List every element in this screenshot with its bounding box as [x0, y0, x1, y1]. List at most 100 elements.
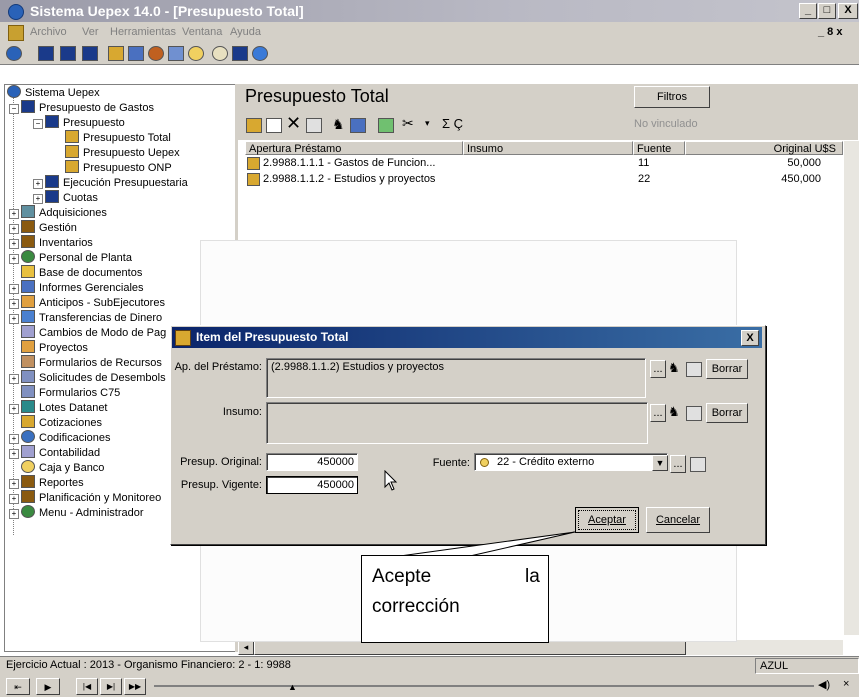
menu-herramientas[interactable]: Herramientas: [110, 22, 176, 42]
chevron-down-icon[interactable]: ▾: [425, 118, 430, 129]
insumo-field[interactable]: [266, 402, 648, 444]
tree-item-proyectos[interactable]: Proyectos: [21, 340, 88, 355]
tree-item-cotizaciones[interactable]: Cotizaciones: [21, 415, 102, 430]
tree-item-contabilidad[interactable]: Contabilidad: [21, 445, 100, 460]
module-icon[interactable]: [38, 46, 54, 61]
expand-toggle[interactable]: +: [9, 434, 19, 444]
expand-toggle[interactable]: +: [9, 404, 19, 414]
expand-toggle[interactable]: +: [9, 209, 19, 219]
progress-thumb[interactable]: ▲: [288, 682, 297, 692]
tree-item-presupuesto[interactable]: Presupuesto: [45, 115, 125, 130]
column-header-apertura[interactable]: Apertura Préstamo: [245, 141, 463, 155]
prestamo-browse-button[interactable]: ...: [650, 360, 666, 378]
menu-ver[interactable]: Ver: [82, 22, 99, 42]
binoculars-icon[interactable]: ♞: [668, 360, 680, 376]
document-icon[interactable]: [246, 118, 262, 133]
progress-track[interactable]: [154, 685, 814, 687]
settings-icon[interactable]: [148, 46, 164, 61]
tree-item-transferencias[interactable]: Transferencias de Dinero: [21, 310, 162, 325]
collapse-toggle[interactable]: −: [9, 104, 19, 114]
tree-item-base-documentos[interactable]: Base de documentos: [21, 265, 142, 280]
properties-icon[interactable]: [306, 118, 322, 133]
tree-item-lotes[interactable]: Lotes Datanet: [21, 400, 108, 415]
expand-toggle[interactable]: +: [9, 224, 19, 234]
expand-toggle[interactable]: +: [9, 299, 19, 309]
tree-item-menu-admin[interactable]: Menu - Administrador: [21, 505, 144, 520]
maximize-button[interactable]: □: [818, 3, 836, 19]
tree-item-formularios-c75[interactable]: Formularios C75: [21, 385, 120, 400]
dialog-close-button[interactable]: X: [741, 330, 759, 346]
expand-toggle[interactable]: +: [9, 479, 19, 489]
expand-toggle[interactable]: +: [9, 449, 19, 459]
tree-item-solicitudes[interactable]: Solicitudes de Desembols: [21, 370, 166, 385]
tree-item-codificaciones[interactable]: Codificaciones: [21, 430, 111, 445]
tree-item-personal[interactable]: Personal de Planta: [21, 250, 132, 265]
refresh-icon[interactable]: [378, 118, 394, 133]
collapse-toggle[interactable]: −: [33, 119, 43, 129]
menu-ayuda[interactable]: Ayuda: [230, 22, 261, 42]
tree-item-anticipos[interactable]: Anticipos - SubEjecutores: [21, 295, 165, 310]
minimize-button[interactable]: _: [799, 3, 817, 19]
report-icon[interactable]: [350, 118, 366, 133]
insumo-browse-button[interactable]: ...: [650, 404, 666, 422]
help-icon[interactable]: [252, 46, 268, 61]
vertical-scrollbar[interactable]: [843, 141, 859, 635]
module-icon[interactable]: [60, 46, 76, 61]
delete-icon[interactable]: ✕: [286, 113, 301, 134]
tree-item-informes[interactable]: Informes Gerenciales: [21, 280, 144, 295]
expand-toggle[interactable]: +: [9, 374, 19, 384]
clock-icon[interactable]: [212, 46, 228, 61]
prestamo-field[interactable]: (2.9988.1.1.2) Estudios y proyectos: [266, 358, 646, 398]
prestamo-borrar-button[interactable]: Borrar: [706, 359, 748, 379]
tree-item-caja-banco[interactable]: Caja y Banco: [21, 460, 104, 475]
menu-archivo[interactable]: Archivo: [30, 22, 67, 42]
window-icon[interactable]: [232, 46, 248, 61]
presup-vigente-input[interactable]: 450000: [266, 476, 358, 494]
tree-item-cuotas[interactable]: Cuotas: [45, 190, 98, 205]
coin-icon[interactable]: [188, 46, 204, 61]
properties-icon[interactable]: [686, 406, 702, 421]
module-icon[interactable]: [82, 46, 98, 61]
menu-ventana[interactable]: Ventana: [182, 22, 222, 42]
tree-item-presupuesto-onp[interactable]: Presupuesto ONP: [65, 160, 172, 175]
tree-item-planificacion[interactable]: Planificación y Monitoreo: [21, 490, 161, 505]
expand-toggle[interactable]: +: [9, 509, 19, 519]
properties-icon[interactable]: [690, 457, 706, 472]
mdi-controls[interactable]: _ 8 x: [818, 22, 842, 42]
fuente-select[interactable]: 22 - Crédito externo: [474, 453, 668, 471]
tree-item-presupuesto-gastos[interactable]: Presupuesto de Gastos: [21, 100, 154, 115]
tree-item-inventarios[interactable]: Inventarios: [21, 235, 93, 250]
scroll-left-button[interactable]: ◂: [238, 640, 254, 655]
properties-icon[interactable]: [686, 362, 702, 377]
cancelar-button[interactable]: Cancelar: [646, 507, 710, 533]
expand-toggle[interactable]: +: [33, 179, 43, 189]
last-icon[interactable]: ▶|: [100, 678, 122, 695]
tree-item-sistema-uepex[interactable]: Sistema Uepex: [7, 85, 100, 100]
tree-item-ejecucion[interactable]: Ejecución Presupuestaria: [45, 175, 188, 190]
expand-toggle[interactable]: +: [9, 254, 19, 264]
expand-toggle[interactable]: +: [9, 494, 19, 504]
tree-item-reportes[interactable]: Reportes: [21, 475, 84, 490]
edit-icon[interactable]: [266, 118, 282, 133]
forward-icon[interactable]: ▶▶: [124, 678, 146, 695]
tree-item-formularios-recursos[interactable]: Formularios de Recursos: [21, 355, 162, 370]
column-header-original[interactable]: Original U$S: [685, 141, 843, 155]
expand-toggle[interactable]: +: [9, 284, 19, 294]
report-icon[interactable]: [128, 46, 144, 61]
column-header-insumo[interactable]: Insumo: [463, 141, 633, 155]
presup-original-input[interactable]: 450000: [266, 453, 358, 471]
globe-icon[interactable]: [6, 46, 22, 61]
tree-item-presupuesto-uepex[interactable]: Presupuesto Uepex: [65, 145, 180, 160]
book-icon[interactable]: [108, 46, 124, 61]
expand-toggle[interactable]: +: [9, 314, 19, 324]
expand-toggle[interactable]: +: [9, 239, 19, 249]
close-button[interactable]: X: [838, 3, 858, 19]
volume-icon[interactable]: ◀): [818, 678, 830, 691]
exit-icon[interactable]: ⇤: [6, 678, 30, 695]
play-icon[interactable]: ▶: [36, 678, 60, 695]
column-header-fuente[interactable]: Fuente: [633, 141, 685, 155]
tools-icon[interactable]: ✂: [402, 115, 414, 132]
tree-item-gestion[interactable]: Gestión: [21, 220, 77, 235]
aceptar-button[interactable]: Aceptar: [575, 507, 639, 533]
tree-item-cambios[interactable]: Cambios de Modo de Pag: [21, 325, 166, 340]
